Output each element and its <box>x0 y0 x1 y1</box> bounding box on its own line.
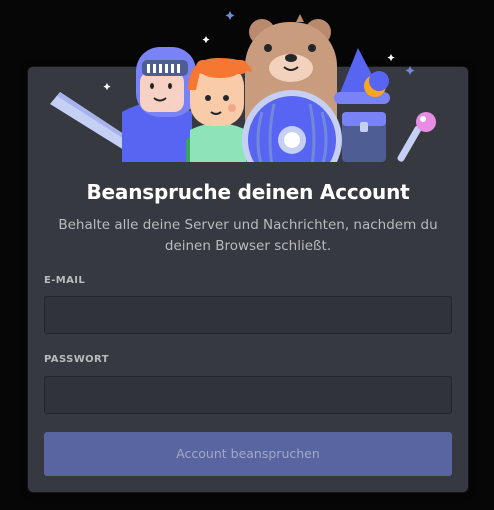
claim-account-button[interactable]: Account beanspruchen <box>44 432 452 476</box>
page-title: Beanspruche deinen Account <box>86 180 410 204</box>
email-field[interactable] <box>44 296 452 334</box>
illustration <box>50 11 436 162</box>
magic-wand-icon <box>397 112 436 162</box>
knight-icon <box>122 47 196 162</box>
red-haired-character-icon <box>186 58 252 162</box>
password-label: PASSWORT <box>44 354 109 365</box>
email-label: E-MAIL <box>44 275 86 286</box>
page-subtitle: Behalte alle deine Server und Nachrichte… <box>58 217 438 254</box>
treasure-chest-icon <box>342 112 386 162</box>
page: Beanspruche deinen Account Behalte alle … <box>0 0 494 510</box>
password-field[interactable] <box>44 376 452 414</box>
